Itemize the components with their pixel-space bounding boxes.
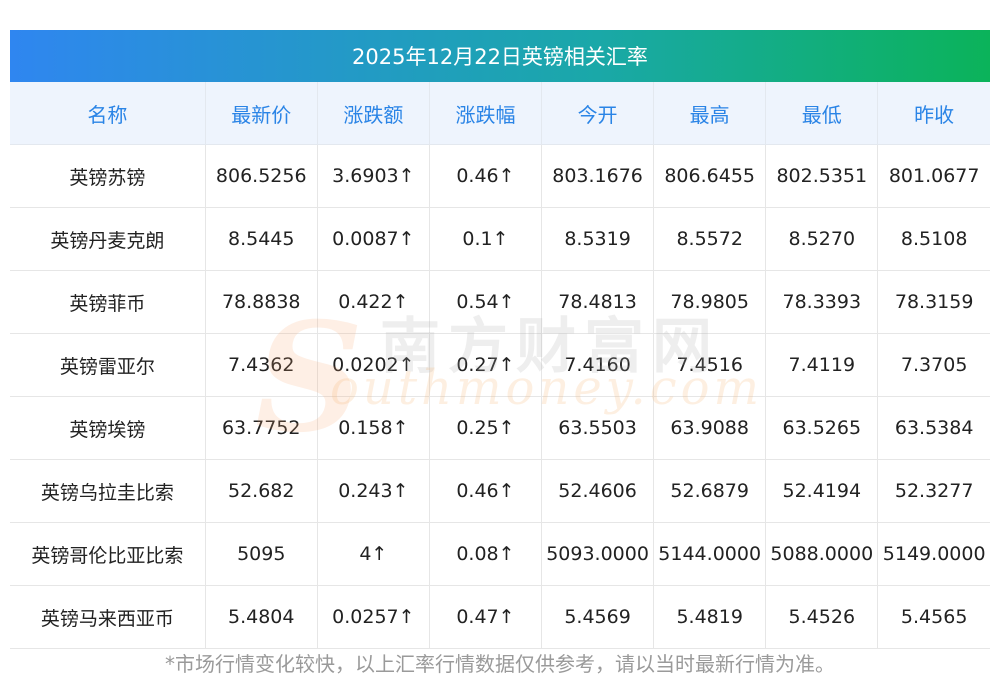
column-header-change: 涨跌额 xyxy=(317,82,430,145)
low-price: 63.5265 xyxy=(765,396,879,460)
currency-name: 英镑哥伦比亚比索 xyxy=(10,522,206,586)
high-price: 5144.0000 xyxy=(653,522,767,586)
change-amount: 0.0202↑ xyxy=(317,333,430,397)
open-price: 803.1676 xyxy=(541,144,655,208)
prev-close-price: 78.3159 xyxy=(877,270,990,334)
change-amount: 0.0087↑ xyxy=(317,207,430,271)
open-price: 8.5319 xyxy=(541,207,655,271)
column-header-prev-close: 昨收 xyxy=(877,82,990,145)
latest-price: 78.8838 xyxy=(205,270,318,334)
high-price: 8.5572 xyxy=(653,207,767,271)
table-row: 英镑菲币 78.8838 0.422↑ 0.54↑ 78.4813 78.980… xyxy=(10,270,990,334)
column-header-name: 名称 xyxy=(10,82,206,145)
table-row: 英镑埃镑 63.7752 0.158↑ 0.25↑ 63.5503 63.908… xyxy=(10,396,990,460)
column-header-open: 今开 xyxy=(541,82,655,145)
high-price: 78.9805 xyxy=(653,270,767,334)
currency-name: 英镑马来西亚币 xyxy=(10,585,206,649)
high-price: 7.4516 xyxy=(653,333,767,397)
change-amount: 3.6903↑ xyxy=(317,144,430,208)
latest-price: 8.5445 xyxy=(205,207,318,271)
currency-name: 英镑乌拉圭比索 xyxy=(10,459,206,523)
change-amount: 0.243↑ xyxy=(317,459,430,523)
open-price: 7.4160 xyxy=(541,333,655,397)
column-header-latest: 最新价 xyxy=(205,82,318,145)
currency-name: 英镑埃镑 xyxy=(10,396,206,460)
open-price: 63.5503 xyxy=(541,396,655,460)
table-row: 英镑马来西亚币 5.4804 0.0257↑ 0.47↑ 5.4569 5.48… xyxy=(10,585,990,649)
table-row: 英镑哥伦比亚比索 5095 4↑ 0.08↑ 5093.0000 5144.00… xyxy=(10,522,990,586)
prev-close-price: 8.5108 xyxy=(877,207,990,271)
change-percent: 0.08↑ xyxy=(429,522,543,586)
table-header-row: 名称 最新价 涨跌额 涨跌幅 今开 最高 最低 昨收 xyxy=(10,82,990,145)
open-price: 5.4569 xyxy=(541,585,655,649)
prev-close-price: 7.3705 xyxy=(877,333,990,397)
change-percent: 0.54↑ xyxy=(429,270,543,334)
change-amount: 0.0257↑ xyxy=(317,585,430,649)
low-price: 8.5270 xyxy=(765,207,879,271)
low-price: 52.4194 xyxy=(765,459,879,523)
low-price: 78.3393 xyxy=(765,270,879,334)
latest-price: 63.7752 xyxy=(205,396,318,460)
latest-price: 806.5256 xyxy=(205,144,318,208)
currency-name: 英镑雷亚尔 xyxy=(10,333,206,397)
low-price: 802.5351 xyxy=(765,144,879,208)
low-price: 5.4526 xyxy=(765,585,879,649)
high-price: 52.6879 xyxy=(653,459,767,523)
latest-price: 5095 xyxy=(205,522,318,586)
prev-close-price: 5.4565 xyxy=(877,585,990,649)
change-amount: 0.422↑ xyxy=(317,270,430,334)
prev-close-price: 5149.0000 xyxy=(877,522,990,586)
high-price: 5.4819 xyxy=(653,585,767,649)
change-amount: 4↑ xyxy=(317,522,430,586)
column-header-low: 最低 xyxy=(765,82,879,145)
change-percent: 0.1↑ xyxy=(429,207,543,271)
table-row: 英镑雷亚尔 7.4362 0.0202↑ 0.27↑ 7.4160 7.4516… xyxy=(10,333,990,397)
open-price: 5093.0000 xyxy=(541,522,655,586)
latest-price: 7.4362 xyxy=(205,333,318,397)
change-percent: 0.27↑ xyxy=(429,333,543,397)
column-header-high: 最高 xyxy=(653,82,767,145)
currency-name: 英镑苏镑 xyxy=(10,144,206,208)
change-percent: 0.25↑ xyxy=(429,396,543,460)
open-price: 52.4606 xyxy=(541,459,655,523)
open-price: 78.4813 xyxy=(541,270,655,334)
low-price: 5088.0000 xyxy=(765,522,879,586)
high-price: 63.9088 xyxy=(653,396,767,460)
change-percent: 0.46↑ xyxy=(429,459,543,523)
exchange-rate-table: 名称 最新价 涨跌额 涨跌幅 今开 最高 最低 昨收 英镑苏镑 806.5256… xyxy=(10,82,990,649)
prev-close-price: 801.0677 xyxy=(877,144,990,208)
table-row: 英镑苏镑 806.5256 3.6903↑ 0.46↑ 803.1676 806… xyxy=(10,144,990,208)
latest-price: 52.682 xyxy=(205,459,318,523)
high-price: 806.6455 xyxy=(653,144,767,208)
latest-price: 5.4804 xyxy=(205,585,318,649)
table-row: 英镑丹麦克朗 8.5445 0.0087↑ 0.1↑ 8.5319 8.5572… xyxy=(10,207,990,271)
change-percent: 0.46↑ xyxy=(429,144,543,208)
prev-close-price: 52.3277 xyxy=(877,459,990,523)
currency-name: 英镑丹麦克朗 xyxy=(10,207,206,271)
currency-name: 英镑菲币 xyxy=(10,270,206,334)
disclaimer-note: *市场行情变化较快，以上汇率行情数据仅供参考，请以当时最新行情为准。 xyxy=(165,652,835,676)
column-header-change-pct: 涨跌幅 xyxy=(429,82,543,145)
prev-close-price: 63.5384 xyxy=(877,396,990,460)
table-row: 英镑乌拉圭比索 52.682 0.243↑ 0.46↑ 52.4606 52.6… xyxy=(10,459,990,523)
change-amount: 0.158↑ xyxy=(317,396,430,460)
table-title: 2025年12月22日英镑相关汇率 xyxy=(10,30,990,82)
low-price: 7.4119 xyxy=(765,333,879,397)
change-percent: 0.47↑ xyxy=(429,585,543,649)
